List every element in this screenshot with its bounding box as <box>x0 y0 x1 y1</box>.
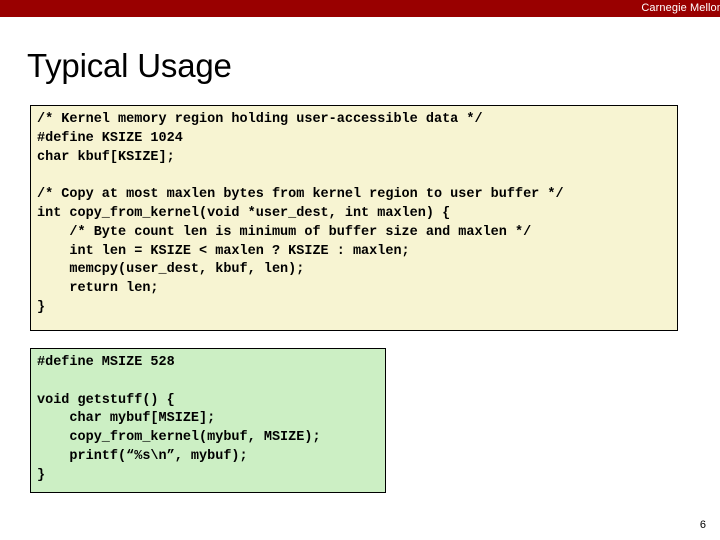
code-line: #define KSIZE 1024 <box>37 130 183 146</box>
code-line: int copy_from_kernel(void *user_dest, in… <box>37 205 451 221</box>
code-line: int len = KSIZE < maxlen ? KSIZE : maxle… <box>37 243 410 259</box>
code-line: char kbuf[KSIZE]; <box>37 149 175 165</box>
code-line: copy_from_kernel(mybuf, MSIZE); <box>37 430 321 446</box>
code-line: return len; <box>37 281 159 297</box>
code-line: /* Byte count len is minimum of buffer s… <box>37 224 532 240</box>
page-number: 6 <box>699 519 706 531</box>
code-line: printf(“%s\n”, mybuf); <box>37 448 248 464</box>
code-line: } <box>37 467 46 483</box>
institution-brand-label: Carnegie Mellon <box>641 2 720 14</box>
code-line: #define MSIZE 528 <box>37 355 175 370</box>
code-line: memcpy(user_dest, kbuf, len); <box>37 262 305 278</box>
code-block-kernel: /* Kernel memory region holding user-acc… <box>30 105 678 331</box>
header-bar: Carnegie Mellon <box>0 0 720 17</box>
code-line: /* Copy at most maxlen bytes from kernel… <box>37 187 564 203</box>
code-line: char mybuf[MSIZE]; <box>37 411 216 427</box>
code-line: } <box>37 299 46 315</box>
page-title: Typical Usage <box>27 47 232 84</box>
code-block-user: #define MSIZE 528 void getstuff() { char… <box>30 348 386 493</box>
code-line: void getstuff() { <box>37 392 175 408</box>
code-line: /* Kernel memory region holding user-acc… <box>37 112 483 127</box>
